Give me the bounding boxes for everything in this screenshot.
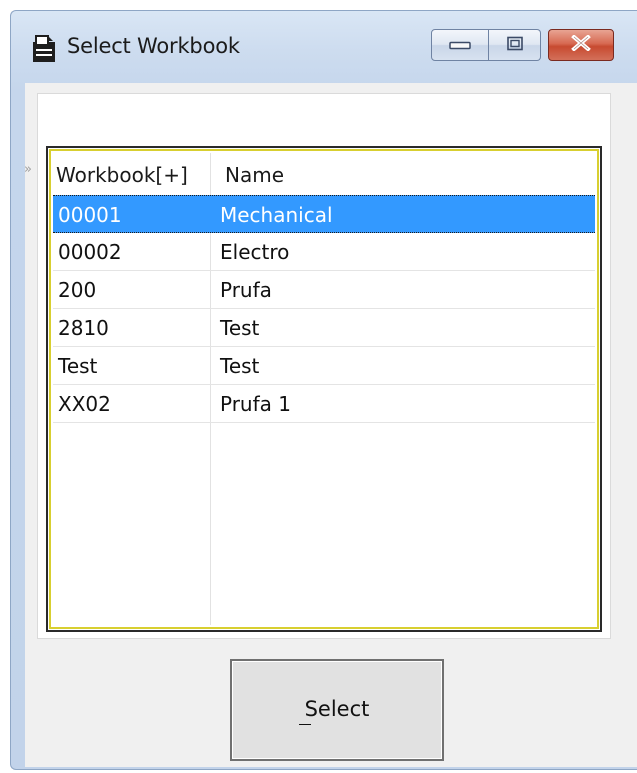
minimize-icon	[449, 36, 471, 55]
cell-name: Electro	[220, 240, 290, 264]
maximize-icon	[506, 36, 523, 55]
cell-name: Test	[220, 316, 260, 340]
select-button-label: Select	[304, 697, 370, 721]
minimize-button[interactable]	[431, 29, 489, 61]
column-header-name[interactable]: Name	[225, 163, 284, 187]
cell-workbook: XX02	[58, 392, 111, 416]
grid-header: Workbook[+] Name	[53, 153, 595, 195]
close-icon	[571, 34, 591, 55]
cell-workbook: 00001	[58, 203, 122, 227]
row-expander-icon[interactable]: »	[24, 162, 32, 177]
table-row[interactable]: 00001 Mechanical	[53, 195, 595, 233]
grid-panel: » Workbook[+] Name 00001 Mechanical 0000…	[24, 93, 611, 639]
table-row[interactable]: 200 Prufa	[53, 271, 595, 309]
cell-workbook: 00002	[58, 240, 122, 264]
mnemonic-underline	[299, 724, 311, 725]
select-workbook-window: Select Workbook » Workbook[+] Name 00001…	[10, 10, 637, 770]
cell-workbook: 200	[58, 278, 97, 302]
close-button[interactable]	[548, 29, 614, 61]
select-button[interactable]: Select	[230, 659, 444, 761]
window-title: Select Workbook	[67, 34, 240, 58]
cell-name: Mechanical	[220, 203, 333, 227]
cell-name: Prufa	[220, 278, 272, 302]
table-row[interactable]: 2810 Test	[53, 309, 595, 347]
workbook-icon	[29, 33, 59, 65]
cell-name: Test	[220, 354, 260, 378]
cell-workbook: 2810	[58, 316, 109, 340]
cell-name: Prufa 1	[220, 392, 291, 416]
title-bar[interactable]: Select Workbook	[11, 11, 637, 83]
table-row[interactable]: Test Test	[53, 347, 595, 385]
table-row[interactable]: XX02 Prufa 1	[53, 385, 595, 423]
cell-workbook: Test	[58, 354, 98, 378]
workbook-grid[interactable]: Workbook[+] Name 00001 Mechanical 00002 …	[46, 146, 602, 632]
maximize-button[interactable]	[489, 29, 541, 61]
client-area: » Workbook[+] Name 00001 Mechanical 0000…	[24, 83, 637, 767]
column-header-workbook[interactable]: Workbook[+]	[56, 163, 188, 187]
table-row[interactable]: 00002 Electro	[53, 233, 595, 271]
